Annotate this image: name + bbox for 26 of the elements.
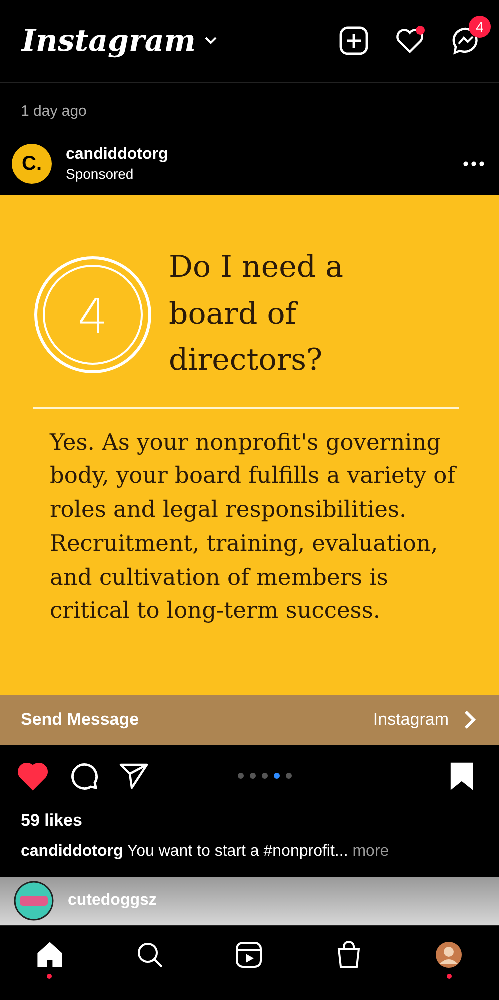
new-post-icon[interactable] <box>339 26 369 56</box>
slide-question: Do I need a board of directors? <box>169 249 344 380</box>
bookmark-icon[interactable] <box>450 762 474 790</box>
more-options-icon[interactable] <box>463 161 485 167</box>
comment-icon[interactable] <box>69 761 99 791</box>
home-icon[interactable] <box>34 940 65 970</box>
heart-icon[interactable] <box>395 26 425 56</box>
instagram-logo[interactable]: Instagram <box>22 24 196 58</box>
post-time: 1 day ago <box>20 102 88 120</box>
number-badge: 4 <box>33 254 153 375</box>
more-link[interactable]: more <box>352 843 390 860</box>
like-heart-icon[interactable] <box>17 761 49 791</box>
reels-icon[interactable] <box>234 940 264 970</box>
cta-source: Instagram <box>373 710 449 730</box>
slide-answer: Yes. As your nonprofit's governing body, your board fulfills a variety of roles and legal responsibilities. Recruitment, training, evaluation, and cultivation of members is critical to long-term success. <box>50 428 458 626</box>
sponsored-label: Sponsored <box>66 166 135 182</box>
account-avatar-icon[interactable] <box>14 881 54 921</box>
share-icon[interactable] <box>119 762 149 790</box>
chevron-right-icon[interactable] <box>463 709 477 731</box>
likes-count: 59 likes <box>20 810 84 831</box>
message-count-badge: 4 <box>469 16 491 38</box>
account-avatar[interactable]: C. <box>12 144 52 184</box>
caption: candiddotorg You want to start a #nonprofit... more <box>20 842 390 861</box>
username[interactable]: candiddotorg <box>66 146 168 164</box>
chevron-down-icon[interactable] <box>204 36 218 46</box>
profile-avatar-icon[interactable] <box>434 940 464 970</box>
